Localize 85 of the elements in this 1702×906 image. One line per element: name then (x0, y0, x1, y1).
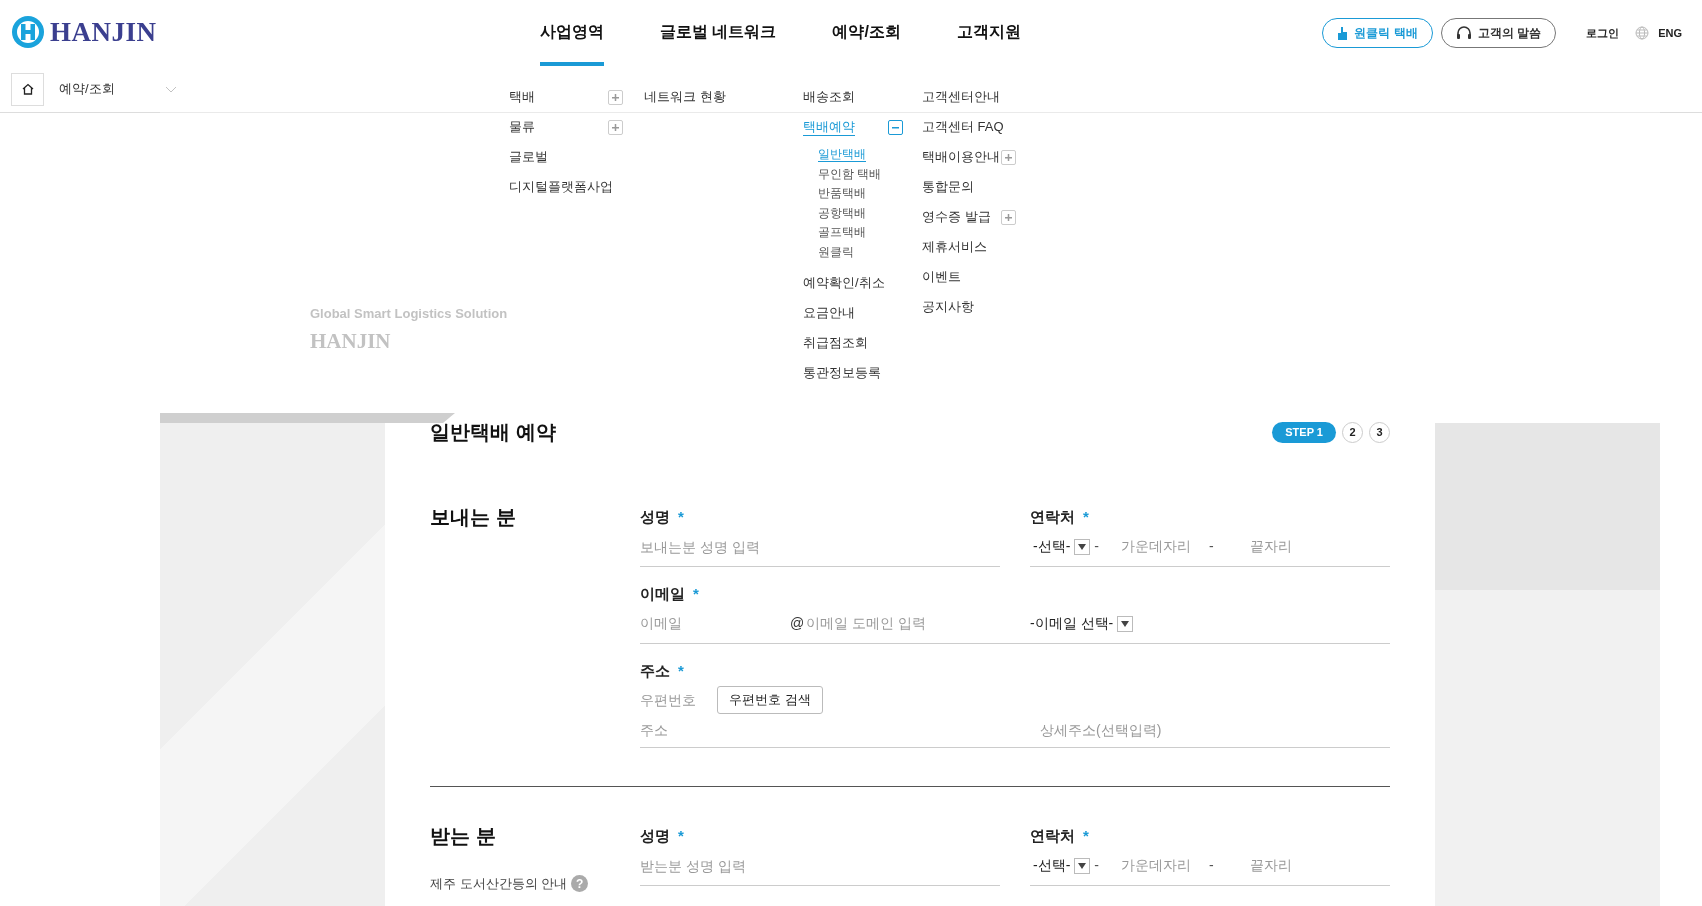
breadcrumb-current[interactable]: 예약/조회 (59, 79, 115, 99)
field-label: 연락처 (1030, 506, 1075, 527)
submenu-link[interactable]: 공항택배 (818, 203, 922, 223)
logo-text[interactable]: HANJIN (50, 11, 157, 53)
dash-separator: - (1094, 856, 1099, 875)
menu-link[interactable]: 물류 (509, 117, 535, 137)
login-link[interactable]: 로그인 (1586, 24, 1620, 42)
caret-icon (1074, 538, 1091, 555)
submenu-link[interactable]: 반품택배 (818, 184, 922, 204)
at-sign: @ (790, 614, 805, 633)
phone-last-input[interactable]: 끝자리 (1249, 536, 1330, 557)
plus-icon[interactable] (1001, 149, 1016, 165)
field-label: 연락처 (1030, 825, 1075, 846)
phone-prefix-select[interactable]: -선택- (1030, 536, 1091, 557)
menu-link[interactable]: 예약확인/취소 (803, 273, 885, 293)
field-label: 이메일 (640, 583, 685, 604)
field-label: 성명 (640, 506, 670, 527)
menu-link[interactable]: 통합문의 (922, 177, 974, 197)
email-domain-select[interactable]: -이메일 선택- (1030, 613, 1134, 634)
required-mark: * (1083, 506, 1089, 527)
menu-link[interactable]: 요금안내 (803, 303, 855, 323)
zip-search-button[interactable]: 우편번호 검색 (717, 686, 823, 714)
name-input[interactable]: 보내는분 성명 입력 (640, 527, 1000, 567)
language-link[interactable]: ENG (1658, 24, 1682, 42)
email-domain-input[interactable]: 이메일 도메인 입력 (806, 613, 997, 634)
home-icon (21, 83, 34, 95)
menu-link[interactable]: 택배이용안내 (922, 147, 1000, 167)
chevron-down-icon[interactable] (164, 85, 177, 93)
step-indicator: STEP 1 (1272, 421, 1336, 443)
phone-middle-input[interactable]: 가운데자리 (1121, 536, 1201, 557)
menu-link[interactable]: 영수증 발급 (922, 207, 991, 227)
address-input[interactable]: 주소 (640, 720, 1040, 741)
globe-icon (1635, 26, 1650, 40)
home-button[interactable] (11, 72, 44, 106)
plus-icon[interactable] (608, 89, 623, 105)
headset-icon (1455, 26, 1472, 40)
caret-icon (1074, 857, 1091, 874)
nav-tab[interactable]: 고객지원 (956, 0, 1021, 66)
dash-separator: - (1209, 856, 1214, 875)
hero-brand: HANJIN (310, 327, 391, 355)
caret-icon (1117, 615, 1134, 632)
required-mark: * (678, 660, 684, 681)
menu-link[interactable]: 디지털플랫폼사업 (509, 177, 613, 197)
submenu-link[interactable]: 무인함 택배 (818, 164, 922, 184)
plus-icon[interactable] (1001, 209, 1016, 225)
plus-icon[interactable] (608, 119, 623, 135)
menu-link[interactable]: 고객센터 FAQ (922, 117, 1004, 137)
menu-link[interactable]: 글로벌 (509, 147, 548, 167)
menu-link[interactable]: 네트워크 현황 (644, 87, 726, 107)
submenu-link[interactable]: 원클릭 (818, 242, 922, 262)
dash-separator: - (1094, 537, 1099, 556)
menu-link[interactable]: 공지사항 (922, 297, 974, 317)
dash-separator: - (1209, 537, 1214, 556)
field-label: 성명 (640, 825, 670, 846)
phone-middle-input[interactable]: 가운데자리 (1121, 855, 1201, 876)
menu-link[interactable]: 취급점조회 (803, 333, 868, 353)
nav-tab[interactable]: 글로벌 네트워크 (660, 0, 777, 66)
hand-pointer-icon (1337, 26, 1349, 40)
zip-code-input[interactable]: 우편번호 (640, 689, 717, 711)
guide-text: 제주 도서산간등의 안내 (430, 875, 568, 893)
email-input[interactable]: 이메일 (640, 613, 790, 634)
phone-prefix-select[interactable]: -선택- (1030, 855, 1091, 876)
field-label: 주소 (640, 660, 670, 681)
minus-icon[interactable] (888, 119, 903, 135)
required-mark: * (1083, 825, 1089, 846)
page-title: 일반택배 예약 (430, 420, 556, 445)
menu-link[interactable]: 이벤트 (922, 267, 961, 287)
menu-link[interactable]: 택배 (509, 87, 535, 107)
name-input[interactable]: 받는분 성명 입력 (640, 846, 1000, 886)
nav-tab[interactable]: 사업영역 (540, 0, 604, 66)
menu-link[interactable]: 제휴서비스 (922, 237, 987, 257)
phone-last-input[interactable]: 끝자리 (1249, 855, 1330, 876)
logo-icon (12, 16, 44, 48)
nav-tab[interactable]: 예약/조회 (832, 0, 901, 66)
menu-link[interactable]: 통관정보등록 (803, 363, 881, 383)
menu-link[interactable]: 배송조회 (803, 87, 855, 107)
detail-address-input[interactable]: 상세주소(선택입력) (1040, 720, 1390, 741)
required-mark: * (678, 506, 684, 527)
section-heading: 보내는 분 (430, 505, 517, 530)
submenu-link[interactable]: 골프택배 (818, 223, 922, 243)
required-mark: * (693, 583, 699, 604)
section-heading: 받는 분 (430, 824, 497, 849)
required-mark: * (678, 825, 684, 846)
hero-tagline: Global Smart Logistics Solution (310, 305, 508, 323)
menu-link[interactable]: 고객센터안내 (922, 87, 1000, 107)
